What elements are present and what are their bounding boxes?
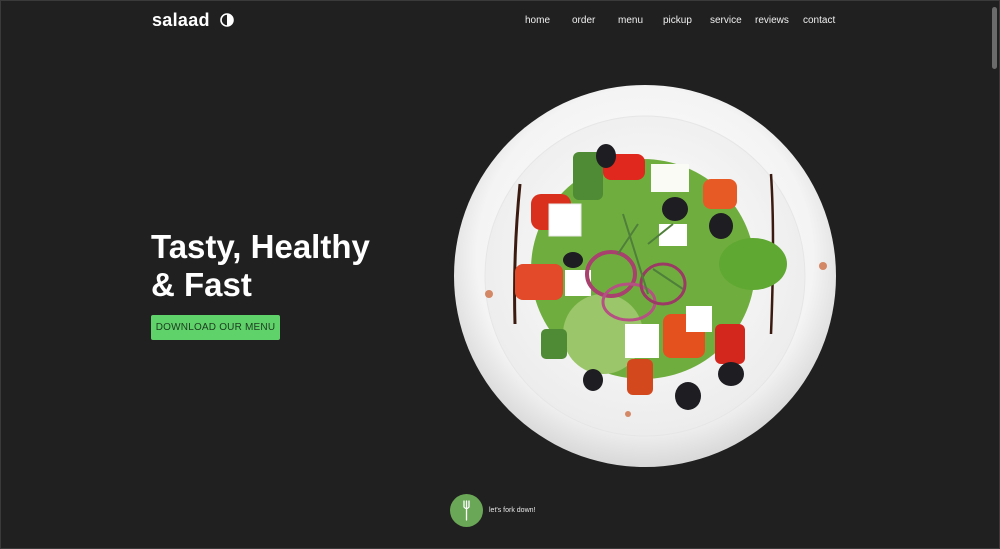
nav-menu[interactable]: menu (618, 15, 643, 26)
nav-reviews[interactable]: reviews (755, 15, 789, 26)
hero-title-line1: Tasty, Healthy (151, 228, 370, 265)
nav-pickup[interactable]: pickup (663, 15, 692, 26)
salad-plate-image (453, 84, 837, 468)
fork-icon (463, 500, 470, 521)
scrollbar-thumb[interactable] (992, 7, 997, 69)
hero-title: Tasty, Healthy & Fast (151, 228, 370, 304)
hero-title-line2: & Fast (151, 266, 252, 303)
salad-plate-illustration (454, 85, 836, 467)
nav-order[interactable]: order (572, 15, 595, 26)
scroll-down-label: let's fork down! (489, 507, 536, 514)
brand-logo[interactable]: salaad (152, 10, 210, 31)
nav-home[interactable]: home (525, 15, 550, 26)
contrast-toggle-icon[interactable] (220, 13, 234, 27)
nav-contact[interactable]: contact (803, 15, 835, 26)
navbar: salaad home order menu pickup service re… (0, 0, 1000, 42)
page-scrollbar[interactable] (991, 1, 999, 547)
nav-service[interactable]: service (710, 15, 742, 26)
scroll-down-button[interactable] (450, 494, 483, 527)
download-menu-button[interactable]: DOWNLOAD OUR MENU (151, 315, 280, 340)
